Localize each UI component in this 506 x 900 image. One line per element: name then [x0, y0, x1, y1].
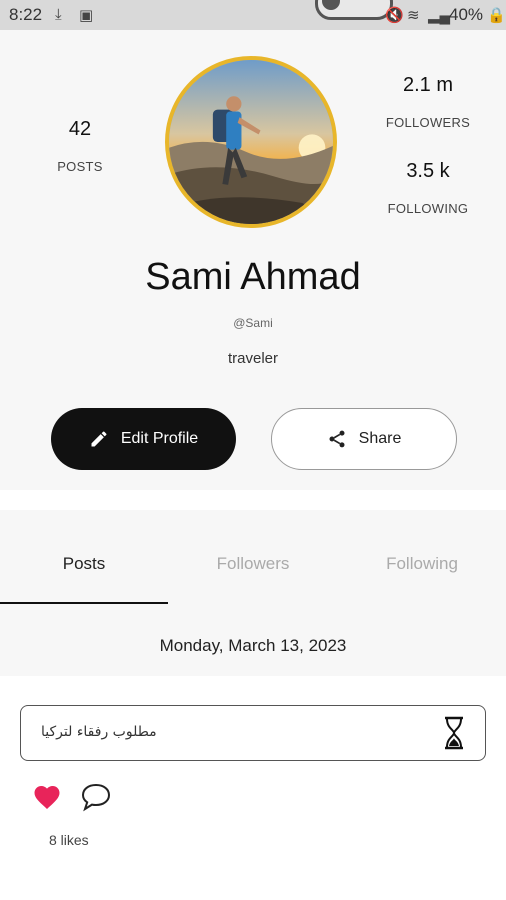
hourglass-icon — [445, 716, 463, 750]
mute-icon: 🔇 — [385, 7, 404, 24]
comment-icon[interactable] — [80, 782, 112, 812]
following-stat[interactable]: 3.5 k FOLLOWING — [380, 160, 476, 216]
active-tab-indicator — [0, 602, 168, 604]
battery-level: 40% — [449, 5, 484, 24]
tab-posts[interactable]: Posts — [0, 554, 168, 574]
avatar[interactable] — [165, 56, 337, 228]
signal-icon: ▂▄ — [428, 7, 451, 24]
profile-handle: @Sami — [233, 316, 273, 330]
wifi-icon: ≋ — [407, 7, 420, 24]
edit-profile-button[interactable]: Edit Profile — [51, 408, 236, 470]
profile-bio: traveler — [227, 350, 279, 367]
share-label: Share — [358, 430, 402, 447]
avatar-photo — [169, 60, 333, 224]
profile-name: Sami Ahmad — [145, 256, 361, 298]
likes-count: 8 likes — [49, 832, 89, 848]
feed-date: Monday, March 13, 2023 — [159, 636, 347, 655]
following-label: FOLLOWING — [387, 201, 469, 216]
download-icon: ⤓ — [55, 6, 62, 23]
post-card[interactable]: مطلوب رفقاء لتركيا — [20, 705, 486, 761]
post-text: مطلوب رفقاء لتركيا — [41, 724, 157, 740]
share-icon — [329, 430, 345, 448]
edit-profile-label: Edit Profile — [120, 430, 199, 447]
share-button[interactable]: Share — [271, 408, 457, 470]
followers-stat[interactable]: 2.1 m FOLLOWERS — [380, 74, 476, 130]
heart-icon[interactable] — [32, 782, 62, 810]
posts-count: 42 — [68, 118, 92, 140]
tab-following[interactable]: Following — [338, 554, 506, 574]
status-time: 8:22 — [9, 5, 43, 24]
posts-stat[interactable]: 42 POSTS — [40, 118, 120, 174]
lock-icon: 🔒 — [487, 7, 506, 24]
followers-count: 2.1 m — [402, 74, 454, 96]
profile-tabs: Posts Followers Following Monday, March … — [0, 510, 506, 676]
followers-label: FOLLOWERS — [385, 115, 471, 130]
status-bar: 8:22 ⤓ ▣ 🔇 ≋ ▂▄ 40% 🔒 — [0, 0, 506, 30]
image-icon: ▣ — [79, 7, 94, 24]
pencil-icon — [91, 431, 107, 447]
profile-header: 42 POSTS 2.1 m FOLLOWERS 3.5 k FOLLOWING… — [0, 30, 506, 490]
posts-label: POSTS — [57, 159, 103, 174]
tab-followers[interactable]: Followers — [169, 554, 337, 574]
following-count: 3.5 k — [406, 160, 450, 182]
